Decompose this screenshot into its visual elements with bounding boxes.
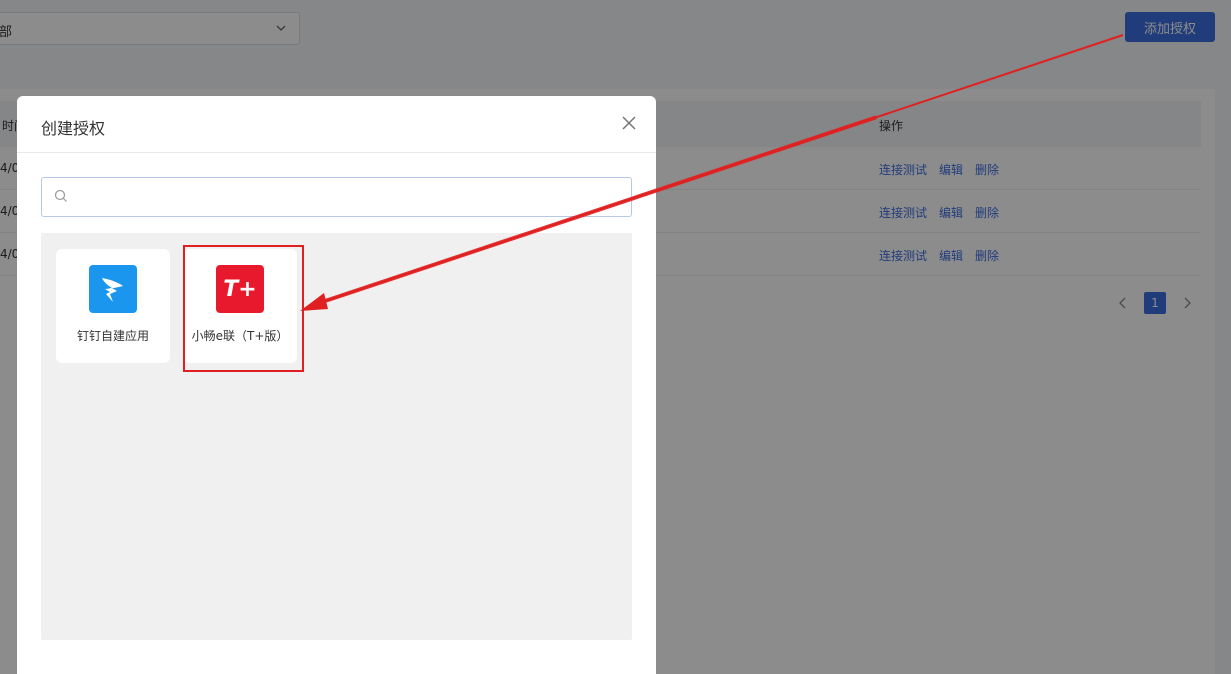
dialog-title: 创建授权 [41,119,106,138]
dialog-header: 创建授权 [17,96,656,153]
app-card-dingtalk[interactable]: 钉钉自建应用 [56,249,170,363]
create-authorization-dialog: 创建授权 钉钉自建应用 T+ 小畅e联（T+版） [17,96,656,674]
search-icon [54,189,67,202]
app-list: 钉钉自建应用 T+ 小畅e联（T+版） [41,233,632,640]
dingtalk-icon [89,265,137,313]
search-field[interactable] [41,177,632,217]
close-icon[interactable] [620,114,638,132]
annotation-highlight-box [183,245,304,372]
search-input[interactable] [76,184,616,210]
app-label: 钉钉自建应用 [76,329,149,343]
